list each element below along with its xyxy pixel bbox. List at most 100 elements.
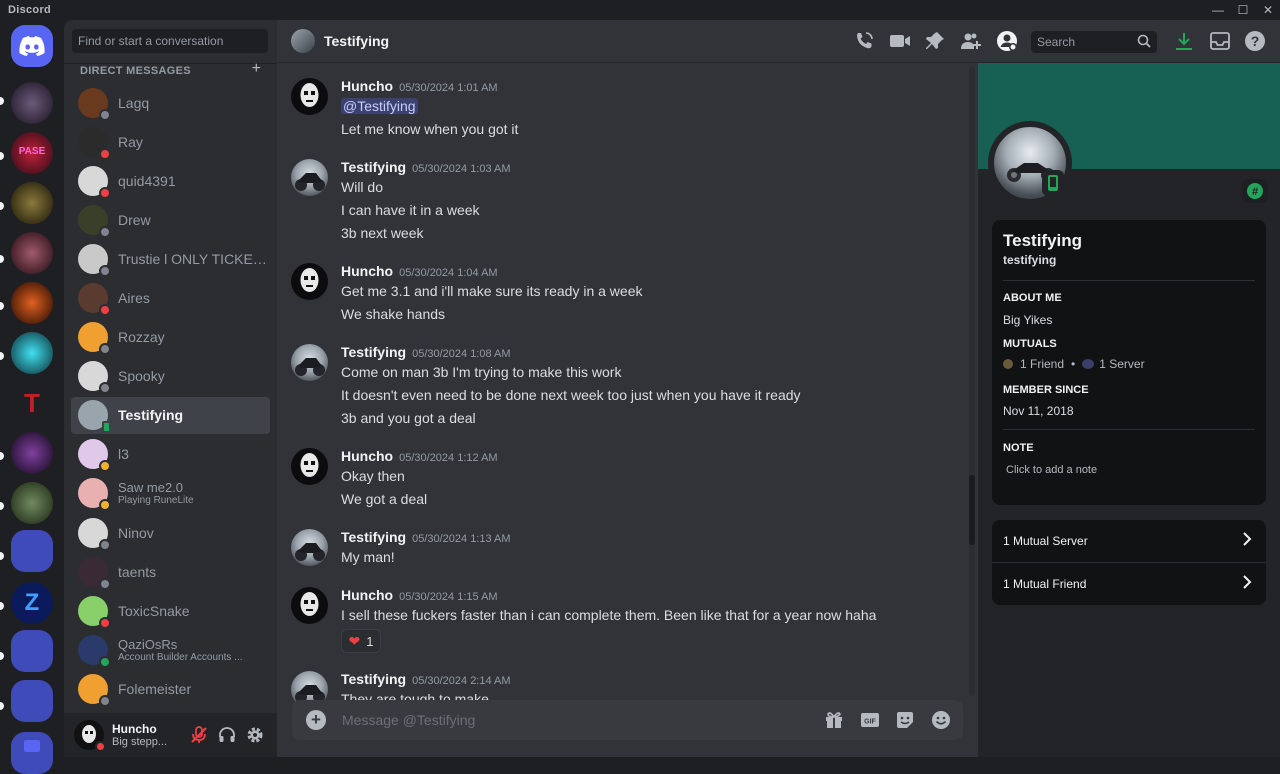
dm-name: Ray xyxy=(118,133,143,150)
dm-item[interactable]: Drew xyxy=(71,201,270,238)
voice-call-icon[interactable] xyxy=(853,30,875,52)
avatar[interactable] xyxy=(291,448,328,485)
create-dm-button[interactable]: + xyxy=(252,60,261,78)
dm-item[interactable]: Ray xyxy=(71,123,270,160)
status-dot xyxy=(99,616,111,629)
message-author[interactable]: Testifying 05/30/2024 1:03 AM xyxy=(341,159,511,175)
reaction-button[interactable]: ❤ 1 xyxy=(341,629,381,653)
settings-gear-icon[interactable] xyxy=(245,725,265,750)
dm-item[interactable]: ToxicSnake xyxy=(71,592,270,629)
dm-item[interactable]: Lagq xyxy=(71,84,270,121)
download-icon[interactable] xyxy=(1173,30,1195,52)
avatar[interactable] xyxy=(291,78,328,115)
dm-item[interactable]: Aires xyxy=(71,279,270,316)
emoji-icon[interactable] xyxy=(930,709,952,731)
author-name[interactable]: Testifying xyxy=(341,671,406,687)
note-input[interactable]: Click to add a note xyxy=(1006,464,1097,476)
avatar[interactable] xyxy=(291,529,328,566)
message-author[interactable]: Huncho 05/30/2024 1:12 AM xyxy=(341,448,498,464)
message-input[interactable]: Message @Testifying xyxy=(342,712,475,728)
mutual-friends-count[interactable]: 1 Friend xyxy=(1020,357,1064,371)
message-author[interactable]: Huncho 05/30/2024 1:15 AM xyxy=(341,587,498,603)
server-folder[interactable] xyxy=(11,680,53,722)
close-button[interactable]: ✕ xyxy=(1256,0,1280,20)
help-icon[interactable]: ? xyxy=(1244,30,1266,52)
server-icon[interactable] xyxy=(11,332,53,374)
server-icon[interactable]: T xyxy=(11,382,53,424)
headphones-icon[interactable] xyxy=(217,725,237,750)
mute-icon[interactable] xyxy=(189,725,209,750)
scrollbar-track[interactable] xyxy=(969,66,975,696)
server-icon[interactable] xyxy=(11,82,53,124)
dm-item[interactable]: taents xyxy=(71,553,270,590)
message-line: We got a deal xyxy=(341,491,428,507)
server-icon[interactable]: PASE xyxy=(11,132,53,174)
status-dot xyxy=(99,499,111,512)
dm-item[interactable]: QaziOsRs Account Builder Accounts ... xyxy=(71,631,270,668)
author-name[interactable]: Huncho xyxy=(341,587,393,603)
user-profile-icon[interactable] xyxy=(996,30,1018,52)
server-folder[interactable] xyxy=(11,630,53,672)
mobile-status-icon xyxy=(1042,170,1064,196)
mutual-friends-row[interactable]: 1 Mutual Friend xyxy=(992,563,1266,605)
dm-item[interactable]: Saw me2.0 Playing RuneLite xyxy=(71,475,270,512)
avatar[interactable] xyxy=(74,720,106,752)
video-call-icon[interactable] xyxy=(889,30,911,52)
server-icon[interactable] xyxy=(11,282,53,324)
avatar[interactable] xyxy=(291,263,328,300)
dm-item[interactable]: quid4391 xyxy=(71,162,270,199)
mutual-servers-row[interactable]: 1 Mutual Server xyxy=(992,520,1266,562)
avatar[interactable] xyxy=(291,344,328,381)
user-mention[interactable]: @Testifying xyxy=(341,98,418,114)
dm-item[interactable]: Ninov xyxy=(71,514,270,551)
gift-icon[interactable] xyxy=(823,709,845,731)
avatar[interactable] xyxy=(291,587,328,624)
hashtag-badge-icon[interactable]: # xyxy=(1242,179,1268,203)
inbox-icon[interactable] xyxy=(1209,30,1231,52)
svg-text:GIF: GIF xyxy=(864,719,876,726)
dm-item[interactable]: Testifying xyxy=(71,396,270,434)
dm-item[interactable]: Trustie l ONLY TICKETS xyxy=(71,240,270,277)
minimize-button[interactable]: — xyxy=(1206,0,1230,20)
author-name[interactable]: Huncho xyxy=(341,263,393,279)
find-conversation-button[interactable]: Find or start a conversation xyxy=(72,29,268,53)
avatar[interactable] xyxy=(291,159,328,196)
scrollbar-thumb[interactable] xyxy=(969,475,975,545)
author-name[interactable]: Huncho xyxy=(341,78,393,94)
add-friends-to-dm-icon[interactable] xyxy=(960,30,982,52)
server-icon[interactable]: Z xyxy=(11,582,53,624)
dm-name: l3 xyxy=(118,446,129,463)
message-composer[interactable]: + Message @Testifying GIF xyxy=(292,700,963,740)
message-line: Okay then xyxy=(341,468,405,484)
maximize-button[interactable]: ☐ xyxy=(1231,0,1255,20)
author-name[interactable]: Testifying xyxy=(341,529,406,545)
server-icon[interactable] xyxy=(11,182,53,224)
search-input[interactable]: Search xyxy=(1031,31,1157,53)
mutual-servers-count[interactable]: 1 Server xyxy=(1099,357,1144,371)
dm-item[interactable]: Folemeister xyxy=(71,670,270,707)
author-name[interactable]: Testifying xyxy=(341,159,406,175)
server-icon[interactable] xyxy=(11,232,53,274)
dm-item[interactable]: Rozzay xyxy=(71,319,270,356)
avatar xyxy=(78,595,111,629)
author-name[interactable]: Testifying xyxy=(341,344,406,360)
pin-icon[interactable] xyxy=(924,30,946,52)
author-name[interactable]: Huncho xyxy=(341,448,393,464)
gif-icon[interactable]: GIF xyxy=(859,709,881,731)
message-author[interactable]: Huncho 05/30/2024 1:01 AM xyxy=(341,78,498,94)
home-button[interactable] xyxy=(11,25,53,67)
attach-plus-icon[interactable]: + xyxy=(306,710,326,730)
message-author[interactable]: Huncho 05/30/2024 1:04 AM xyxy=(341,263,498,279)
sticker-icon[interactable] xyxy=(894,709,916,731)
server-folder[interactable] xyxy=(11,530,53,572)
dm-item[interactable]: l3 xyxy=(71,436,270,473)
server-icon[interactable] xyxy=(11,432,53,474)
title-bar: Discord — ☐ ✕ xyxy=(0,0,1280,20)
message-author[interactable]: Testifying 05/30/2024 2:14 AM xyxy=(341,671,511,687)
server-icon[interactable] xyxy=(11,482,53,524)
message-author[interactable]: Testifying 05/30/2024 1:13 AM xyxy=(341,529,511,545)
svg-text:#: # xyxy=(1252,186,1258,198)
message-author[interactable]: Testifying 05/30/2024 1:08 AM xyxy=(341,344,511,360)
folder-icon[interactable] xyxy=(11,732,53,774)
dm-item[interactable]: Spooky xyxy=(71,358,270,395)
